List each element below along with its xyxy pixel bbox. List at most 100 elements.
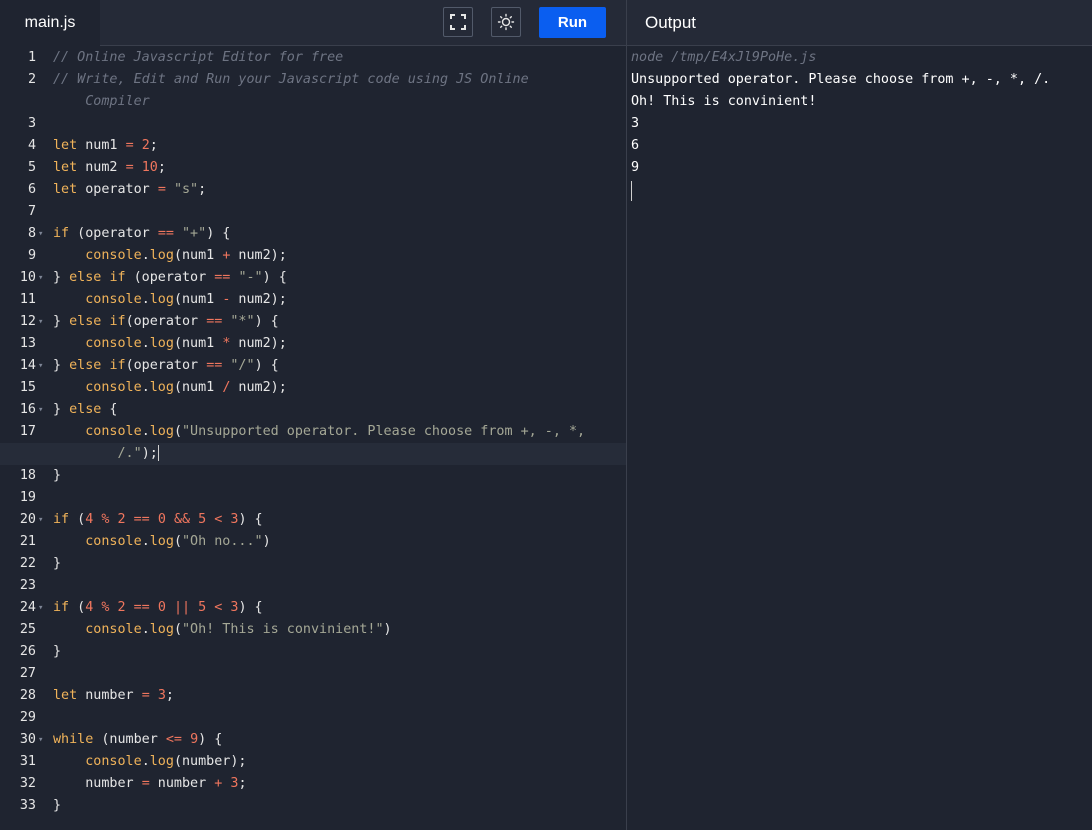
code-line[interactable]: 1 // Online Javascript Editor for free bbox=[0, 47, 626, 69]
code-text: if (4 % 2 == 0 || 5 < 3) { bbox=[53, 600, 263, 615]
code-text: Compiler bbox=[53, 94, 150, 109]
code-line[interactable]: 13 console.log(num1 * num2); bbox=[0, 333, 626, 355]
code-line[interactable]: 15 console.log(num1 / num2); bbox=[0, 377, 626, 399]
code-line[interactable]: 6 let operator = "s"; bbox=[0, 179, 626, 201]
pane-divider[interactable] bbox=[626, 0, 627, 830]
line-number: 26 bbox=[19, 644, 36, 659]
code-line[interactable]: 14 ▾} else if(operator == "/") { bbox=[0, 355, 626, 377]
line-number: 27 bbox=[19, 666, 36, 681]
code-text: console.log("Oh! This is convinient!") bbox=[85, 622, 392, 637]
code-line[interactable]: 16 ▾} else { bbox=[0, 399, 626, 421]
code-line[interactable]: 17 console.log("Unsupported operator. Pl… bbox=[0, 421, 626, 443]
code-line[interactable]: 33} bbox=[0, 795, 626, 817]
code-text: if (operator == "+") { bbox=[53, 226, 231, 241]
code-line[interactable]: 25 console.log("Oh! This is convinient!"… bbox=[0, 619, 626, 641]
theme-toggle-button[interactable] bbox=[491, 7, 521, 37]
code-text: while (number <= 9) { bbox=[53, 732, 223, 747]
code-line[interactable]: 30 ▾ while (number <= 9) { bbox=[0, 729, 626, 751]
code-text: console.log(num1 / num2); bbox=[85, 380, 287, 395]
code-line[interactable]: 18} bbox=[0, 465, 626, 487]
code-text: } else if(operator == "*") { bbox=[53, 314, 279, 329]
fold-arrow-icon[interactable]: ▾ bbox=[38, 597, 50, 619]
fold-arrow-icon[interactable]: ▾ bbox=[38, 223, 50, 245]
top-bar: main.js Run Output bbox=[0, 0, 1092, 46]
code-text: let operator = "s"; bbox=[53, 182, 207, 197]
code-text: number = number + 3; bbox=[53, 776, 247, 791]
output-cursor bbox=[631, 181, 632, 201]
line-number: 9 bbox=[27, 248, 36, 263]
fold-arrow-icon[interactable]: ▾ bbox=[38, 311, 50, 333]
line-number: 4 bbox=[27, 138, 36, 153]
code-line[interactable]: 27 bbox=[0, 663, 626, 685]
line-number: 12 bbox=[19, 314, 36, 329]
line-number: 24 bbox=[19, 600, 36, 615]
code-line[interactable]: 3 bbox=[0, 113, 626, 135]
code-line[interactable]: 12 ▾} else if(operator == "*") { bbox=[0, 311, 626, 333]
code-text: } bbox=[53, 798, 62, 813]
code-line[interactable]: 7 bbox=[0, 201, 626, 223]
code-text: } else { bbox=[53, 402, 118, 417]
code-line[interactable]: /."); bbox=[0, 443, 626, 465]
line-number: 31 bbox=[19, 754, 36, 769]
fold-arrow-icon[interactable]: ▾ bbox=[38, 355, 50, 377]
fold-arrow-icon[interactable]: ▾ bbox=[38, 267, 50, 289]
fold-arrow-icon[interactable]: ▾ bbox=[38, 509, 50, 531]
code-line[interactable]: 23 bbox=[0, 575, 626, 597]
line-number: 15 bbox=[19, 380, 36, 395]
code-text: console.log(num1 - num2); bbox=[85, 292, 287, 307]
code-line[interactable]: 2 // Write, Edit and Run your Javascript … bbox=[0, 69, 626, 91]
code-text: } bbox=[53, 556, 62, 571]
code-line[interactable]: 4 let num1 = 2; bbox=[0, 135, 626, 157]
line-number: 6 bbox=[27, 182, 36, 197]
code-text: // Write, Edit and Run your Javascript c… bbox=[53, 72, 529, 87]
fold-arrow-icon[interactable]: ▾ bbox=[38, 729, 50, 751]
line-number: 16 bbox=[19, 402, 36, 417]
code-text: console.log("Unsupported operator. Pleas… bbox=[85, 424, 586, 439]
line-number: 25 bbox=[19, 622, 36, 637]
line-number: 28 bbox=[19, 688, 36, 703]
code-line[interactable]: 11 console.log(num1 - num2); bbox=[0, 289, 626, 311]
code-line[interactable]: Compiler bbox=[0, 91, 626, 113]
code-line[interactable]: 9 console.log(num1 + num2); bbox=[0, 245, 626, 267]
line-number: 20 bbox=[19, 512, 36, 527]
line-number: 1 bbox=[27, 50, 36, 65]
line-number: 19 bbox=[19, 490, 36, 505]
output-line: Unsupported operator. Please choose from… bbox=[631, 72, 1051, 87]
output-console: node /tmp/E4xJl9PoHe.js Unsupported oper… bbox=[631, 47, 1086, 201]
code-line[interactable]: 8 ▾ if (operator == "+") { bbox=[0, 223, 626, 245]
code-editor[interactable]: 1 // Online Javascript Editor for free 2 //… bbox=[0, 47, 626, 830]
code-line[interactable]: 19 bbox=[0, 487, 626, 509]
code-line[interactable]: 24 ▾ if (4 % 2 == 0 || 5 < 3) { bbox=[0, 597, 626, 619]
code-line[interactable]: 31 console.log(number); bbox=[0, 751, 626, 773]
code-line[interactable]: 28 let number = 3; bbox=[0, 685, 626, 707]
line-number: 5 bbox=[27, 160, 36, 175]
code-text: let num1 = 2; bbox=[53, 138, 158, 153]
line-number: 33 bbox=[19, 798, 36, 813]
code-line[interactable]: 10 ▾} else if (operator == "-") { bbox=[0, 267, 626, 289]
code-line[interactable]: 26} bbox=[0, 641, 626, 663]
code-text: } else if (operator == "-") { bbox=[53, 270, 287, 285]
line-number: 7 bbox=[27, 204, 36, 219]
output-line: 3 bbox=[631, 116, 640, 131]
output-label: Output bbox=[645, 13, 697, 32]
line-number: 32 bbox=[19, 776, 36, 791]
line-number: 21 bbox=[19, 534, 36, 549]
code-line[interactable]: 20 ▾ if (4 % 2 == 0 && 5 < 3) { bbox=[0, 509, 626, 531]
code-text: console.log(num1 * num2); bbox=[85, 336, 287, 351]
code-line[interactable]: 5 let num2 = 10; bbox=[0, 157, 626, 179]
code-line[interactable]: 32 number = number + 3; bbox=[0, 773, 626, 795]
output-command: node /tmp/E4xJl9PoHe.js bbox=[631, 50, 817, 65]
code-line[interactable]: 21 console.log("Oh no...") bbox=[0, 531, 626, 553]
line-number: 10 bbox=[19, 270, 36, 285]
tab-main-js[interactable]: main.js bbox=[0, 0, 100, 46]
code-text: console.log(number); bbox=[85, 754, 247, 769]
code-line[interactable]: 22} bbox=[0, 553, 626, 575]
code-line[interactable]: 29 bbox=[0, 707, 626, 729]
line-number: 29 bbox=[19, 710, 36, 725]
run-button[interactable]: Run bbox=[539, 7, 606, 38]
fold-arrow-icon[interactable]: ▾ bbox=[38, 399, 50, 421]
code-text: } else if(operator == "/") { bbox=[53, 358, 279, 373]
fullscreen-button[interactable] bbox=[443, 7, 473, 37]
line-number: 14 bbox=[19, 358, 36, 373]
line-number: 8 bbox=[27, 226, 36, 241]
